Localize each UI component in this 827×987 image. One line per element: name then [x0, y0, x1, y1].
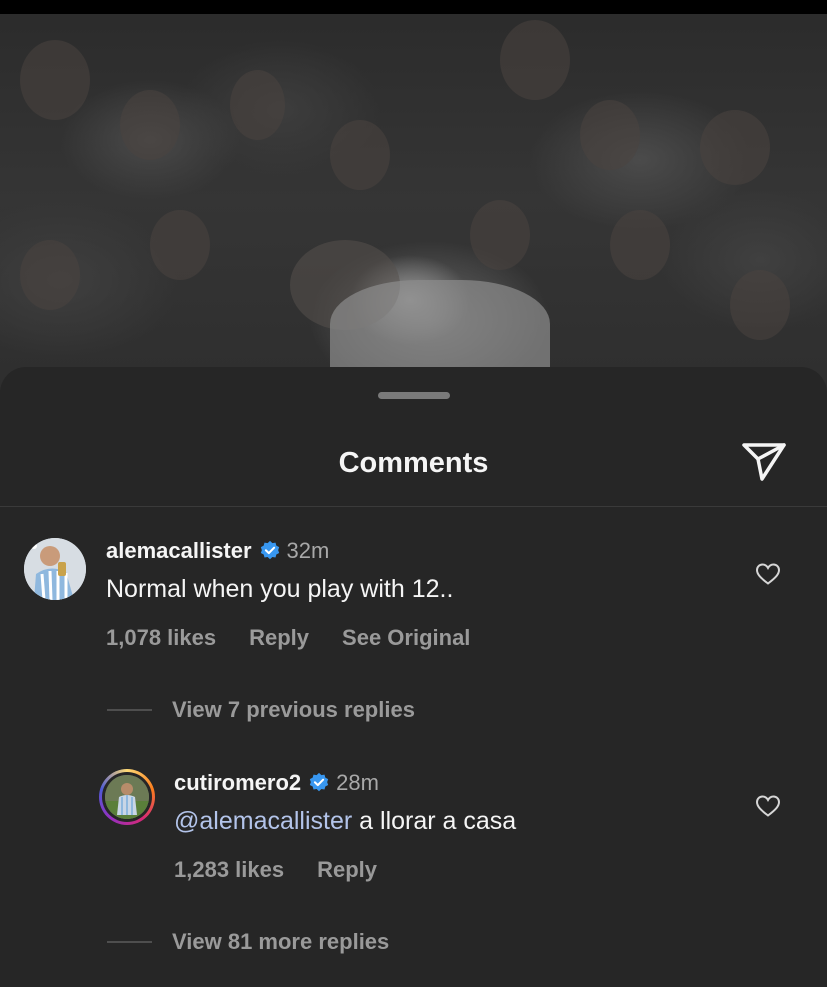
sheet-title: Comments: [338, 447, 489, 479]
mention-link[interactable]: @alemacallister: [174, 807, 352, 835]
reply-button[interactable]: Reply: [317, 857, 377, 883]
avatar[interactable]: [99, 769, 155, 825]
status-bar: [0, 0, 827, 14]
verified-badge-icon: [309, 772, 329, 792]
comment-text: Normal when you play with 12..: [106, 575, 454, 603]
view-more-replies-button[interactable]: View 81 more replies: [107, 929, 389, 955]
see-original-button[interactable]: See Original: [342, 625, 470, 651]
reply-text: @alemacallister a llorar a casa: [174, 807, 516, 836]
heart-icon[interactable]: [755, 562, 781, 586]
reply-time: 28m: [336, 770, 379, 795]
sheet-grabber[interactable]: [378, 392, 450, 399]
avatar[interactable]: [24, 538, 86, 600]
header-divider: [0, 506, 827, 507]
screen: Comments alemacallister 32m Normal when …: [0, 0, 827, 987]
reply-username[interactable]: cutiromero2: [174, 770, 301, 796]
comments-sheet: Comments: [0, 367, 827, 987]
view-previous-replies-label: View 7 previous replies: [172, 697, 415, 722]
post-photo: [0, 0, 827, 400]
comment-username[interactable]: alemacallister: [106, 538, 252, 564]
verified-badge-icon: [260, 540, 279, 560]
view-previous-replies-button[interactable]: View 7 previous replies: [107, 697, 415, 723]
reply-likes[interactable]: 1,283 likes: [174, 857, 284, 883]
heart-icon[interactable]: [755, 794, 781, 818]
reply-button[interactable]: Reply: [249, 625, 309, 651]
comment-likes[interactable]: 1,078 likes: [106, 625, 216, 651]
comment-time: 32m: [286, 538, 330, 563]
view-more-replies-label: View 81 more replies: [172, 929, 390, 954]
send-icon[interactable]: [740, 439, 788, 483]
replies-line: [107, 709, 152, 711]
replies-line: [107, 941, 152, 943]
reply-text-body: a llorar a casa: [352, 807, 517, 835]
